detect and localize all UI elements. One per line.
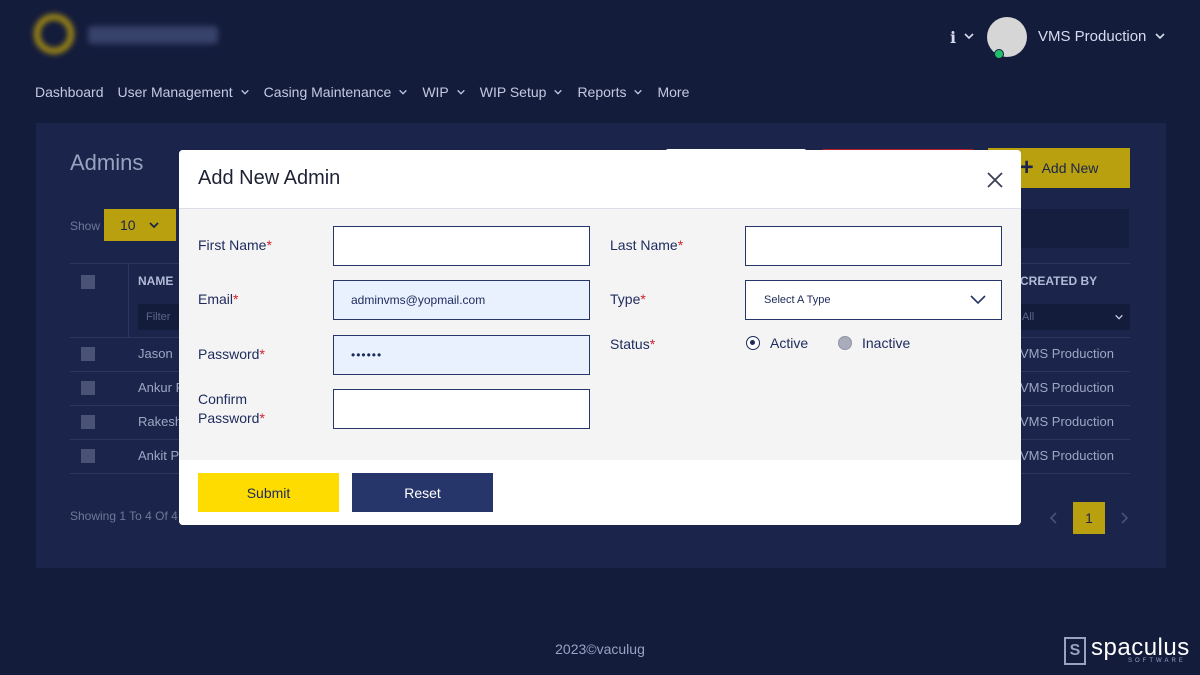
search-input[interactable] [1020,209,1129,248]
nav-item-casing-maintenance[interactable]: Casing Maintenance [264,84,409,100]
chevron-down-icon [148,222,159,229]
status-label: Status* [610,336,656,352]
nav-item-label: WIP [422,84,449,100]
plus-icon: + [1019,154,1034,181]
chevron-down-icon [554,89,563,95]
created-by-filter-value: All [1022,311,1035,323]
confirm-password-label: Confirm Password* [198,391,265,426]
main-nav: Dashboard User Management Casing Mainten… [35,84,703,100]
password-label: Password* [198,346,265,362]
radio-selected-icon [746,336,760,350]
chevron-down-icon [399,89,408,95]
nav-item-label: User Management [117,84,233,100]
nav-item-wip[interactable]: WIP [422,84,465,100]
status-inactive-label: Inactive [862,335,911,351]
row-checkbox[interactable] [81,347,95,361]
column-header-name[interactable]: NAME [138,274,173,288]
logo[interactable] [32,12,222,58]
nav-item-label: Dashboard [35,84,104,100]
row-checkbox[interactable] [81,415,95,429]
column-divider [128,264,129,337]
user-name[interactable]: VMS Production [1038,28,1146,45]
row-name: Jason [138,346,173,361]
spaculus-watermark: S spaculus SOFTWARE [1064,634,1192,668]
chevron-down-icon [240,89,249,95]
last-name-label: Last Name* [610,237,684,253]
submit-button[interactable]: Submit [198,473,339,512]
chevron-left-icon[interactable] [1048,511,1060,525]
chevron-down-icon[interactable] [963,30,975,42]
logo-mark-icon [34,14,74,54]
nav-item-more[interactable]: More [657,84,689,100]
first-name-input[interactable] [333,226,590,266]
nav-item-user-management[interactable]: User Management [118,84,250,100]
confirm-password-input[interactable] [333,389,590,429]
status-active-radio[interactable]: Active [746,335,808,351]
radio-unselected-icon [838,336,852,350]
nav-item-wip-setup[interactable]: WIP Setup [480,84,564,100]
chevron-down-icon [970,295,986,305]
pagination-summary: Showing 1 To 4 Of 4 [70,509,178,523]
column-header-created-by[interactable]: CREATED BY [1020,274,1097,288]
page-title: Admins [70,150,144,175]
nav-item-label: More [657,84,690,100]
nav-item-dashboard[interactable]: Dashboard [35,84,104,100]
last-name-input[interactable] [745,226,1002,266]
chevron-down-icon [634,89,643,95]
online-status-icon [994,49,1004,59]
chevron-down-icon[interactable] [1154,30,1166,42]
modal-footer: Submit Reset [179,460,1021,525]
status-inactive-radio[interactable]: Inactive [838,335,910,351]
info-icon[interactable]: i [950,28,956,47]
brand-sub: SOFTWARE [1128,658,1186,664]
type-select[interactable]: Select A Type [745,280,1002,320]
row-name: Ankit P [138,448,180,463]
modal-body: First Name* Last Name* Email* adminvms@y… [179,209,1021,460]
avatar[interactable] [987,17,1027,59]
page-size-value: 10 [120,217,136,233]
add-new-label: Add New [1041,160,1099,176]
email-input[interactable]: adminvms@yopmail.com [333,280,590,320]
row-name: Ankur P [138,380,185,395]
modal-title: Add New Admin [198,167,341,189]
chevron-down-icon [1115,314,1123,320]
pagination-page-1[interactable]: 1 [1073,502,1105,534]
row-created-by: VMS Production [1020,414,1114,429]
spaculus-logo-icon: S [1064,637,1086,665]
add-admin-modal: Add New Admin First Name* Last Name* Ema… [179,150,1021,525]
nav-item-label: WIP Setup [479,84,547,100]
first-name-label: First Name* [198,237,272,253]
password-input[interactable]: •••••• [333,335,590,375]
type-select-placeholder: Select A Type [764,294,831,306]
reset-button[interactable]: Reset [352,473,493,512]
row-created-by: VMS Production [1020,346,1114,361]
row-checkbox[interactable] [81,381,95,395]
nav-item-reports[interactable]: Reports [577,84,643,100]
page-size-select[interactable]: 10 [104,209,176,241]
status-active-label: Active [770,335,809,351]
nav-item-label: Casing Maintenance [263,84,392,100]
logo-wordmark [88,26,218,44]
modal-header: Add New Admin [179,150,1021,209]
close-icon[interactable] [985,170,1005,190]
type-label: Type* [610,291,646,307]
row-created-by: VMS Production [1020,380,1114,395]
show-label: Show [70,219,101,233]
email-label: Email* [198,291,239,307]
copyright-text: 2023©vaculug [555,641,645,657]
top-bar: i VMS Production [0,0,1200,70]
select-all-checkbox[interactable] [81,275,95,289]
chevron-right-icon[interactable] [1118,511,1130,525]
row-created-by: VMS Production [1020,448,1114,463]
nav-item-label: Reports [577,84,627,100]
created-by-filter-select[interactable]: All [1020,304,1130,330]
chevron-down-icon [456,89,465,95]
row-checkbox[interactable] [81,449,95,463]
row-name: Rakesh [138,414,183,429]
